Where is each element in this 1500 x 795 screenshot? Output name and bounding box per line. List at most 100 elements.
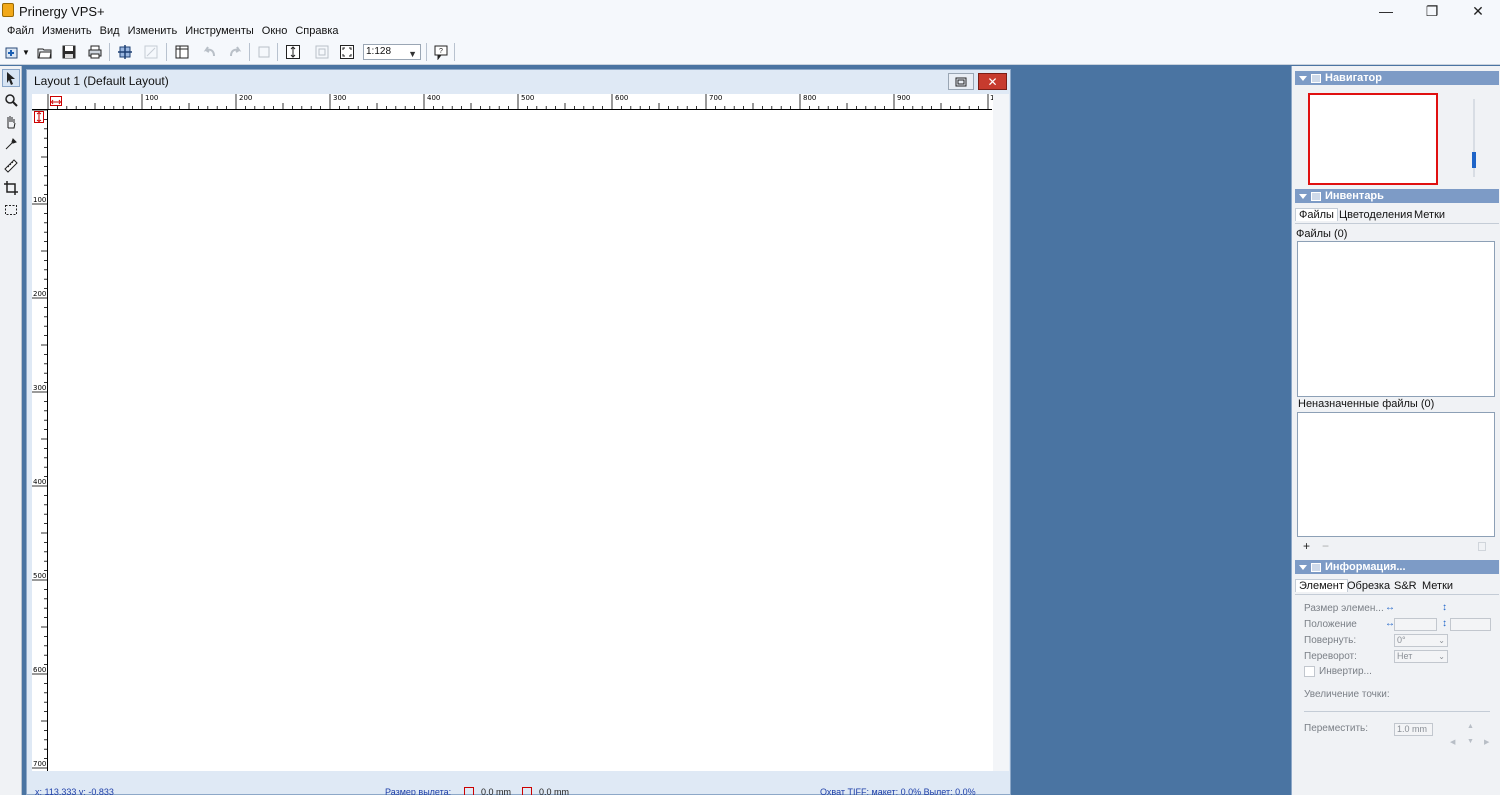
close-layout-button[interactable]: ✕ (978, 73, 1007, 90)
bleed-v-value: 0.0 mm (539, 787, 570, 795)
svg-text:?: ? (439, 48, 443, 55)
hruler-label: 900 (897, 94, 911, 102)
bleed-v-marker-icon (34, 111, 44, 123)
y-arrow-icon: ↕ (1442, 618, 1447, 629)
tab-sr[interactable]: S&R (1391, 580, 1420, 592)
bleed-h-icon (464, 787, 474, 795)
position-x-input[interactable] (1394, 618, 1437, 631)
move-step-value: 1.0 mm (1397, 724, 1428, 734)
cursor-coords: x: 113.333 y: -0.833 (35, 787, 114, 795)
rotate-select[interactable]: 0° ⌄ (1394, 634, 1448, 647)
menu-view[interactable]: Вид (96, 25, 124, 37)
new-icon[interactable] (2, 42, 22, 62)
tab-files[interactable]: Файлы (1295, 208, 1338, 221)
chevron-down-icon: ▼ (408, 49, 417, 59)
info-header[interactable]: Информация... (1295, 560, 1499, 574)
info-icon (1311, 562, 1321, 572)
nudge-left-icon: ◀ (1450, 739, 1456, 746)
toolbar: ▼ ? (0, 39, 1500, 65)
files-list[interactable] (1297, 241, 1495, 397)
resize-grip-icon (1478, 542, 1486, 551)
nudge-down-icon: ▼ (1467, 738, 1474, 745)
nudge-right-icon: ▶ (1484, 739, 1490, 746)
rotate-value: 0° (1397, 635, 1406, 645)
undo-icon (200, 42, 220, 62)
move-step-input[interactable]: 1.0 mm (1394, 723, 1433, 736)
element-size-label: Размер элемен... (1304, 603, 1384, 614)
menu-help[interactable]: Справка (291, 25, 342, 37)
hruler-label: 200 (239, 94, 253, 102)
right-panel: Навигатор Инвентарь Файлы Цветоделения М… (1291, 66, 1500, 795)
add-file-button[interactable]: + (1300, 540, 1313, 552)
vertical-scrollbar[interactable] (993, 94, 1009, 771)
edit-disabled-icon (141, 42, 161, 62)
app-logo-icon (2, 3, 14, 17)
position-y-input[interactable] (1450, 618, 1491, 631)
layout-canvas[interactable]: 100 200 300 400 500 600 700 800 900 1000… (32, 94, 1009, 771)
help-icon[interactable]: ? (431, 42, 451, 62)
inventory-header[interactable]: Инвентарь (1295, 189, 1499, 203)
navigator-thumbnail[interactable] (1308, 93, 1438, 185)
hruler-label: 500 (521, 94, 535, 102)
navigator-header[interactable]: Навигатор (1295, 71, 1499, 85)
layout-icon[interactable] (172, 42, 192, 62)
fit-height-icon[interactable] (283, 42, 303, 62)
zoom-tool-icon[interactable] (2, 91, 20, 109)
hruler-label: 400 (427, 94, 441, 102)
unassigned-files-list[interactable] (1297, 412, 1495, 537)
menu-file[interactable]: Файл (3, 25, 38, 37)
move-label: Переместить: (1304, 723, 1369, 734)
menu-modify[interactable]: Изменить (124, 25, 182, 37)
fit-page-icon[interactable] (337, 42, 357, 62)
collapse-icon (1299, 564, 1307, 570)
info-title: Информация... (1325, 561, 1406, 573)
tab-marks[interactable]: Метки (1411, 209, 1448, 221)
tiff-coverage: Охват TIFF: макет: 0.0% Вылет: 0.0% (820, 787, 976, 795)
vruler-label: 300 (33, 384, 47, 392)
invert-label: Инвертир... (1319, 666, 1372, 677)
close-button[interactable]: ✕ (1455, 0, 1500, 22)
open-icon[interactable] (35, 42, 55, 62)
bleed-h-marker-icon (50, 96, 62, 106)
eyedropper-icon[interactable] (2, 135, 20, 153)
menu-tools[interactable]: Инструменты (181, 25, 258, 37)
measure-tool-icon[interactable] (2, 157, 20, 175)
nudge-up-icon: ▲ (1467, 723, 1474, 730)
crop-tool-icon[interactable] (2, 179, 20, 197)
hruler-label: 700 (709, 94, 723, 102)
inventory-title: Инвентарь (1325, 190, 1384, 202)
app-title: Prinergy VPS+ (19, 4, 105, 19)
menu-window[interactable]: Окно (258, 25, 292, 37)
save-icon[interactable] (59, 42, 79, 62)
remove-file-button: − (1321, 539, 1329, 553)
restore-window-button[interactable] (948, 73, 974, 90)
hruler-label: 300 (333, 94, 347, 102)
maximize-button[interactable]: ❐ (1409, 0, 1455, 22)
invert-checkbox[interactable] (1304, 666, 1315, 677)
zoom-select[interactable]: 1:128 ▼ (363, 44, 421, 60)
marquee-tool-icon[interactable] (2, 201, 20, 219)
hruler-label: 600 (615, 94, 629, 102)
files-label: Файлы (0) (1296, 228, 1348, 240)
new-dropdown-icon[interactable]: ▼ (20, 42, 32, 62)
minimize-button[interactable]: — (1363, 0, 1409, 22)
vruler-label: 700 (33, 760, 47, 768)
hand-tool-icon[interactable] (2, 113, 20, 131)
tab-trim[interactable]: Обрезка (1344, 580, 1393, 592)
bleed-h-value: 0.0 mm (481, 787, 512, 795)
add-element-icon[interactable] (115, 42, 135, 62)
vruler-label: 100 (33, 196, 47, 204)
tab-separations[interactable]: Цветоделения (1336, 209, 1415, 221)
select-arrow-icon[interactable] (2, 69, 20, 87)
fit-width-icon (312, 42, 332, 62)
vertical-ruler: 100 200 300 400 500 600 700 (32, 110, 48, 771)
tab-element[interactable]: Элемент (1295, 579, 1348, 592)
tab-info-marks[interactable]: Метки (1419, 580, 1456, 592)
print-icon[interactable] (85, 42, 105, 62)
vruler-label: 600 (33, 666, 47, 674)
vruler-label: 200 (33, 290, 47, 298)
navigator-slider-handle[interactable] (1472, 152, 1476, 168)
layout-window-title: Layout 1 (Default Layout) (34, 74, 169, 88)
flip-select[interactable]: Нет ⌄ (1394, 650, 1448, 663)
menu-edit[interactable]: Изменить (38, 25, 96, 37)
